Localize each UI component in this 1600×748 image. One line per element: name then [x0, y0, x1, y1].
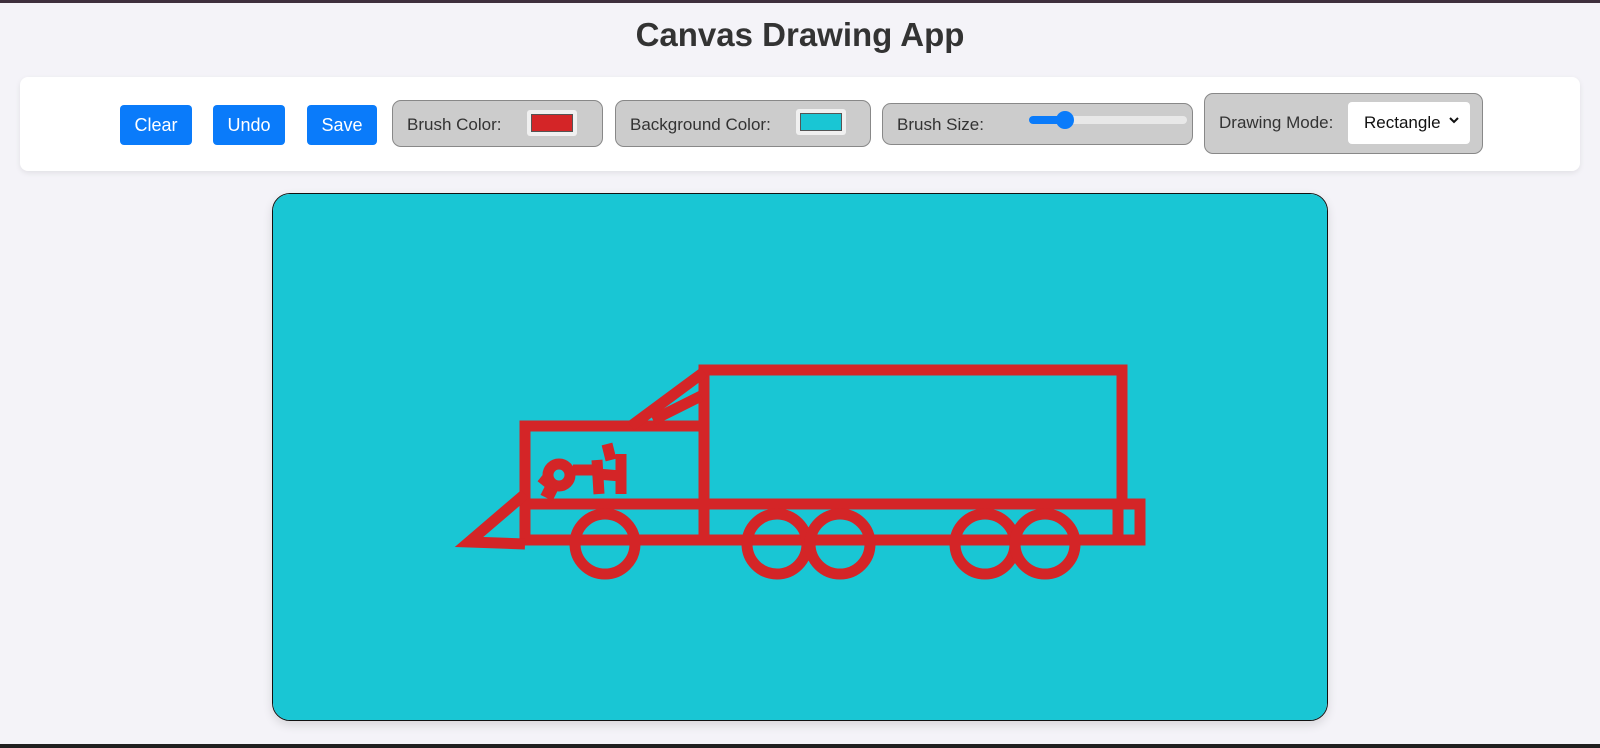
- drawing-canvas[interactable]: [272, 193, 1328, 721]
- background-color-group: Background Color:: [615, 100, 871, 147]
- chevron-down-icon: [1449, 117, 1459, 124]
- brush-size-slider-thumb[interactable]: [1056, 111, 1075, 129]
- brush-color-picker[interactable]: [527, 110, 577, 136]
- page-title: Canvas Drawing App: [635, 16, 965, 53]
- save-button[interactable]: Save: [307, 105, 377, 145]
- background-color-picker[interactable]: [796, 109, 846, 135]
- brush-color-group: Brush Color:: [392, 100, 603, 147]
- taskbar-strip: [0, 744, 1600, 748]
- drawing-mode-group: Drawing Mode: Rectangle: [1204, 93, 1483, 154]
- brush-color-swatch: [531, 114, 573, 132]
- toolbar: Clear Undo Save Brush Color: Background …: [20, 77, 1580, 171]
- undo-button[interactable]: Undo: [213, 105, 285, 145]
- canvas-drawing: [273, 194, 1327, 720]
- brush-color-label: Brush Color:: [407, 115, 502, 134]
- drawing-mode-value: Rectangle: [1364, 113, 1441, 132]
- background-color-label: Background Color:: [630, 115, 771, 134]
- drawing-mode-select[interactable]: Rectangle: [1348, 102, 1470, 144]
- window-top-edge: [0, 0, 1600, 3]
- background-color-swatch: [800, 113, 842, 131]
- brush-size-group: Brush Size:: [882, 103, 1193, 145]
- canvas-background: [273, 194, 1327, 720]
- brush-size-slider[interactable]: [1029, 111, 1187, 129]
- brush-size-label: Brush Size:: [897, 115, 984, 134]
- clear-button[interactable]: Clear: [120, 105, 192, 145]
- drawing-mode-label: Drawing Mode:: [1219, 113, 1334, 132]
